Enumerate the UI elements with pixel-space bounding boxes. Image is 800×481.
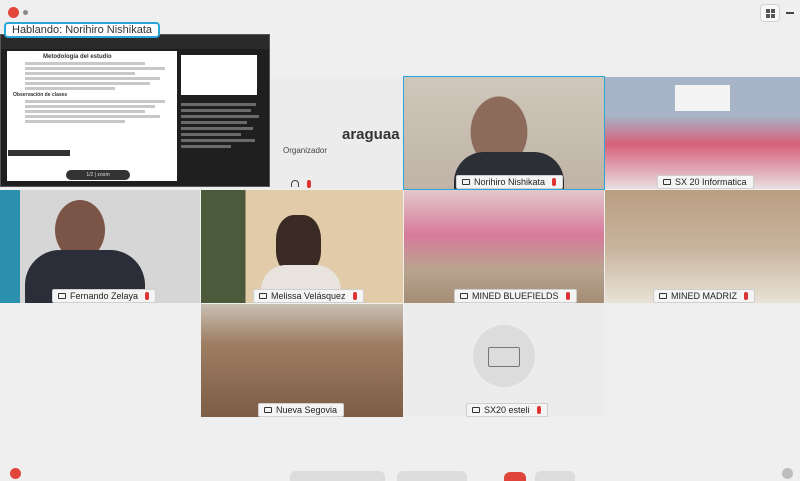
slide-notes bbox=[181, 51, 265, 181]
participant-tile-melissa[interactable]: Melissa Velásquez bbox=[201, 190, 403, 303]
camera-icon bbox=[259, 293, 267, 299]
mic-muted-icon bbox=[352, 292, 357, 300]
participant-tile-norihiro[interactable]: Norihiro Nishikata bbox=[403, 76, 605, 190]
camera-icon bbox=[460, 293, 468, 299]
mic-muted-icon bbox=[552, 178, 557, 186]
speaking-indicator: Hablando: Norihiro Nishikata bbox=[4, 22, 161, 38]
minimize-button[interactable] bbox=[783, 4, 797, 22]
participant-tile-nueva-segovia[interactable]: Nueva Segovia bbox=[201, 304, 403, 417]
headphones-icon bbox=[291, 180, 299, 187]
close-window-button[interactable] bbox=[8, 7, 19, 18]
organizer-role: Organizador bbox=[283, 146, 328, 155]
mic-muted-icon bbox=[145, 292, 150, 300]
slide-thumbnail bbox=[181, 55, 257, 95]
grid-icon bbox=[765, 8, 775, 18]
participant-name: Norihiro Nishikata bbox=[474, 177, 546, 187]
camera-icon bbox=[58, 293, 66, 299]
mic-muted-icon bbox=[307, 180, 311, 188]
participant-tile-fernando[interactable]: Fernando Zelaya bbox=[0, 190, 200, 303]
notes-text bbox=[181, 103, 261, 151]
camera-icon bbox=[264, 407, 272, 413]
organizer-status bbox=[291, 180, 311, 188]
participant-name: SX 20 Informatica bbox=[675, 177, 747, 187]
shared-screen-window[interactable]: Metodología del estudio Observación de c… bbox=[0, 34, 270, 187]
participant-tile-sx20-informatica[interactable]: SX 20 Informatica bbox=[605, 77, 800, 189]
participant-name: Melissa Velásquez bbox=[271, 291, 346, 301]
record-button[interactable] bbox=[10, 468, 21, 479]
participant-name: Nueva Segovia bbox=[276, 405, 338, 415]
participant-tile-mined-madriz[interactable]: MINED MADRIZ bbox=[605, 190, 800, 303]
participant-label: Melissa Velásquez bbox=[253, 289, 364, 303]
camera-icon bbox=[472, 407, 480, 413]
page-indicator: 1/2 | zoom bbox=[66, 170, 130, 180]
settings-button[interactable] bbox=[782, 468, 793, 479]
toolbar-mic-button[interactable] bbox=[290, 471, 385, 481]
status-dot bbox=[23, 10, 28, 15]
participant-label: Nueva Segovia bbox=[258, 403, 345, 417]
slide-title: Metodología del estudio bbox=[43, 54, 112, 60]
participant-label: MINED MADRIZ bbox=[653, 289, 755, 303]
camera-icon bbox=[462, 179, 470, 185]
camera-off-icon bbox=[488, 347, 520, 367]
participant-label: SX 20 Informatica bbox=[657, 175, 754, 189]
participant-name: MINED BLUEFIELDS bbox=[472, 291, 559, 301]
end-call-button[interactable] bbox=[504, 472, 526, 481]
participant-label: MINED BLUEFIELDS bbox=[454, 289, 577, 303]
mic-muted-icon bbox=[744, 292, 748, 300]
slide-section: Observación de clases bbox=[13, 92, 68, 98]
toolbar-camera-button[interactable] bbox=[397, 471, 467, 481]
participant-label: SX20 esteli bbox=[466, 403, 548, 417]
participant-label: Norihiro Nishikata bbox=[456, 175, 564, 189]
participant-tile-sx20-esteli[interactable]: SX20 esteli bbox=[404, 304, 604, 417]
participant-tile-mined-bluefields[interactable]: MINED BLUEFIELDS bbox=[404, 190, 604, 303]
participant-name: Fernando Zelaya bbox=[70, 291, 139, 301]
camera-icon bbox=[659, 293, 667, 299]
toolbar-more-button[interactable] bbox=[535, 471, 575, 481]
mic-muted-icon bbox=[536, 406, 541, 414]
camera-icon bbox=[663, 179, 671, 185]
participant-name: MINED MADRIZ bbox=[671, 291, 737, 301]
participant-label: Fernando Zelaya bbox=[52, 289, 157, 303]
annotation-tools[interactable] bbox=[8, 150, 70, 156]
grid-view-button[interactable] bbox=[760, 4, 780, 22]
participant-name: SX20 esteli bbox=[484, 405, 530, 415]
mic-muted-icon bbox=[565, 292, 570, 300]
minimize-icon bbox=[786, 12, 794, 14]
slide-page: Metodología del estudio Observación de c… bbox=[7, 51, 177, 181]
